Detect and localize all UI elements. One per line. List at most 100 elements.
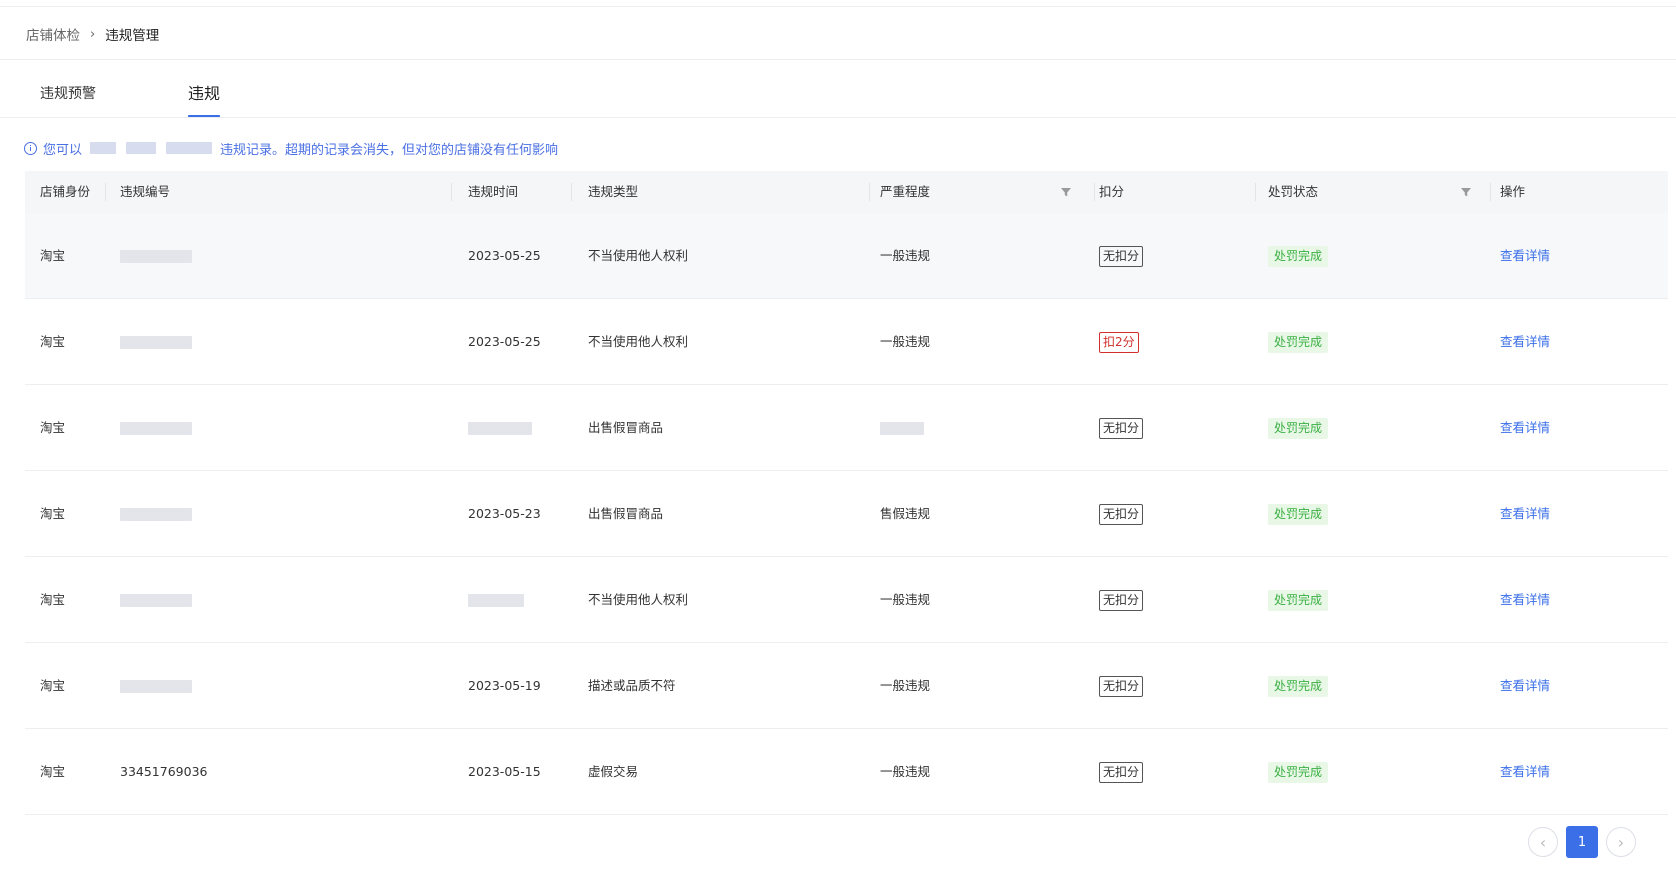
view-details-link[interactable]: 查看详情 [1500, 643, 1550, 728]
cell-status: 处罚完成 [1268, 643, 1329, 728]
next-page-button[interactable]: › [1606, 827, 1636, 857]
cell-severity: 售假违规 [880, 506, 931, 521]
top-divider [0, 6, 1676, 7]
table-row: 淘宝 2023-05-23 出售假冒商品 售假违规 无扣分 处罚完成 查看详情 [25, 471, 1668, 557]
view-details-link[interactable]: 查看详情 [1500, 471, 1550, 556]
chevron-right-icon: › [1617, 832, 1625, 852]
score-tag: 扣2分 [1099, 332, 1139, 353]
cell-status: 处罚完成 [1268, 299, 1329, 384]
cell-shop: 淘宝 [40, 420, 66, 435]
table-row: 淘宝 2023-05-25 不当使用他人权利 一般违规 无扣分 处罚完成 查看详… [25, 213, 1668, 299]
breadcrumb: 店铺体检 › 违规管理 [26, 24, 160, 45]
tab-label: 违规预警 [40, 86, 96, 102]
redacted-id [120, 422, 192, 435]
status-badge: 处罚完成 [1268, 762, 1329, 783]
redacted-text [166, 142, 213, 154]
cell-score: 扣2分 [1099, 299, 1139, 384]
redacted-id [120, 508, 192, 521]
cell-id: 33451769036 [120, 764, 208, 779]
column-header-type: 违规类型 [588, 184, 639, 199]
cell-type: 不当使用他人权利 [588, 248, 689, 263]
redacted-time [468, 594, 524, 607]
cell-time: 2023-05-19 [468, 678, 541, 693]
score-tag: 无扣分 [1099, 676, 1144, 697]
cell-type: 不当使用他人权利 [588, 592, 689, 607]
status-badge: 处罚完成 [1268, 676, 1329, 697]
filter-icon[interactable] [1060, 186, 1072, 198]
redacted-text [126, 142, 157, 154]
cell-shop: 淘宝 [40, 592, 66, 607]
cell-shop: 淘宝 [40, 506, 66, 521]
redacted-id [120, 594, 192, 607]
view-details-link[interactable]: 查看详情 [1500, 385, 1550, 470]
cell-shop: 淘宝 [40, 248, 66, 263]
cell-shop: 淘宝 [40, 764, 66, 779]
cell-type: 出售假冒商品 [588, 420, 664, 435]
cell-time [468, 557, 524, 642]
header-divider [0, 59, 1676, 60]
view-details-link[interactable]: 查看详情 [1500, 299, 1550, 384]
table-row: 淘宝 2023-05-19 描述或品质不符 一般违规 无扣分 处罚完成 查看详情 [25, 643, 1668, 729]
filter-icon[interactable] [1460, 186, 1472, 198]
page-button-current[interactable]: 1 [1566, 826, 1598, 858]
cell-type: 不当使用他人权利 [588, 334, 689, 349]
tab-violation-warning[interactable]: 违规预警 [40, 80, 96, 118]
status-badge: 处罚完成 [1268, 504, 1329, 525]
cell-score: 无扣分 [1099, 385, 1144, 470]
redacted-id [120, 680, 192, 693]
score-tag: 无扣分 [1099, 246, 1144, 267]
breadcrumb-current: 违规管理 [105, 28, 160, 44]
view-details-link[interactable]: 查看详情 [1500, 557, 1550, 642]
view-details-link[interactable]: 查看详情 [1500, 729, 1550, 814]
cell-severity: 一般违规 [880, 678, 931, 693]
cell-time: 2023-05-15 [468, 764, 541, 779]
score-tag: 无扣分 [1099, 762, 1144, 783]
table-row: 淘宝 2023-05-25 不当使用他人权利 一般违规 扣2分 处罚完成 查看详… [25, 299, 1668, 385]
cell-severity: 一般违规 [880, 248, 931, 263]
tab-divider [0, 117, 1676, 118]
cell-score: 无扣分 [1099, 557, 1144, 642]
violation-table: 店铺身份 违规编号 违规时间 违规类型 严重程度 扣分 处罚状态 操作 淘宝 2… [25, 171, 1668, 815]
cell-score: 无扣分 [1099, 643, 1144, 728]
notice-prefix: 您可以 [43, 142, 83, 158]
cell-shop: 淘宝 [40, 334, 66, 349]
cell-type: 出售假冒商品 [588, 506, 664, 521]
redacted-id [120, 336, 192, 349]
redacted-id [120, 250, 192, 263]
prev-page-button[interactable]: ‹ [1528, 827, 1558, 857]
column-header-severity: 严重程度 [880, 184, 931, 199]
column-separator [571, 183, 572, 201]
cell-id [120, 557, 192, 642]
column-separator [105, 183, 106, 201]
column-header-time: 违规时间 [468, 184, 519, 199]
column-header-shop: 店铺身份 [40, 184, 91, 199]
cell-shop: 淘宝 [40, 678, 66, 693]
tab-label: 违规 [188, 84, 221, 103]
cell-severity [880, 385, 924, 470]
cell-id [120, 385, 192, 470]
cell-score: 无扣分 [1099, 471, 1144, 556]
tab-bar: 违规预警 违规 [0, 80, 1676, 118]
status-badge: 处罚完成 [1268, 590, 1329, 611]
redacted-text [90, 142, 117, 154]
status-badge: 处罚完成 [1268, 332, 1329, 353]
cell-status: 处罚完成 [1268, 729, 1329, 814]
score-tag: 无扣分 [1099, 418, 1144, 439]
status-badge: 处罚完成 [1268, 418, 1329, 439]
tab-violation[interactable]: 违规 [188, 80, 221, 118]
cell-time: 2023-05-25 [468, 248, 541, 263]
chevron-right-icon: › [90, 26, 96, 42]
column-separator [1094, 183, 1095, 201]
score-tag: 无扣分 [1099, 590, 1144, 611]
cell-id [120, 299, 192, 384]
table-row: 淘宝 出售假冒商品 无扣分 处罚完成 查看详情 [25, 385, 1668, 471]
view-details-link[interactable]: 查看详情 [1500, 213, 1550, 298]
cell-id [120, 213, 192, 298]
column-separator [451, 183, 452, 201]
column-header-status: 处罚状态 [1268, 184, 1319, 199]
breadcrumb-shop-check[interactable]: 店铺体检 [26, 24, 80, 44]
redacted-time [468, 422, 532, 435]
cell-severity: 一般违规 [880, 592, 931, 607]
column-header-score: 扣分 [1099, 184, 1125, 199]
cell-time [468, 385, 532, 470]
